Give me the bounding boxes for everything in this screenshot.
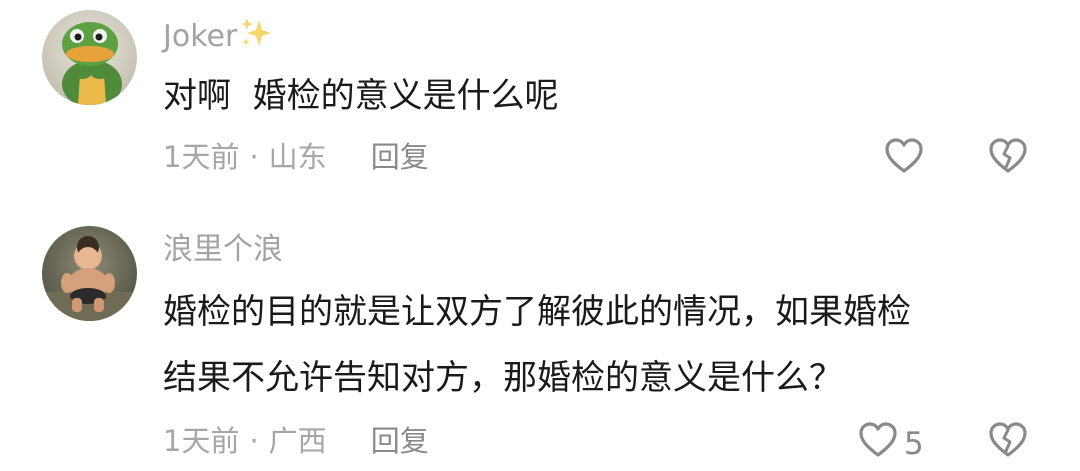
like-count: 5 bbox=[904, 426, 924, 462]
like-button[interactable] bbox=[884, 137, 930, 183]
comment-text: 对啊 婚检的意义是什么呢 bbox=[163, 74, 1043, 118]
meta-separator: · bbox=[249, 140, 259, 174]
broken-heart-icon bbox=[988, 138, 1028, 179]
dislike-button[interactable] bbox=[988, 421, 1028, 463]
reply-button[interactable]: 回复 bbox=[371, 140, 429, 174]
avatar-image bbox=[42, 226, 137, 321]
sparkles-icon bbox=[239, 16, 273, 59]
comment-time: 1天前 bbox=[163, 424, 240, 458]
comment-line: 对啊 婚检的意义是什么呢 bbox=[163, 76, 559, 116]
meta-separator: · bbox=[249, 424, 259, 458]
heart-outline-icon bbox=[884, 137, 924, 183]
comment-meta: 1天前 · 广西 回复 bbox=[163, 423, 429, 459]
comment-meta: 1天前 · 山东 回复 bbox=[163, 139, 429, 175]
avatar[interactable] bbox=[42, 10, 137, 105]
avatar-image bbox=[42, 10, 137, 105]
comment-line: 婚检的目的就是让双方了解彼此的情况，如果婚检 bbox=[163, 292, 911, 332]
reply-button[interactable]: 回复 bbox=[371, 424, 429, 458]
comment-line: 结果不允许告知对方，那婚检的意义是什么？ bbox=[163, 358, 843, 398]
avatar[interactable] bbox=[42, 226, 137, 321]
comment-location: 广西 bbox=[268, 424, 327, 458]
comment-location: 山东 bbox=[268, 140, 327, 174]
username-text: Joker bbox=[163, 19, 238, 54]
broken-heart-icon bbox=[988, 422, 1028, 463]
username-text: 浪里个浪 bbox=[163, 232, 283, 267]
heart-outline-icon bbox=[858, 421, 898, 467]
dislike-button[interactable] bbox=[988, 137, 1028, 179]
comment-text: 婚检的目的就是让双方了解彼此的情况，如果婚检 结果不允许告知对方，那婚检的意义是… bbox=[163, 290, 1043, 400]
comment-time: 1天前 bbox=[163, 140, 240, 174]
username[interactable]: Joker bbox=[163, 16, 273, 59]
like-button[interactable]: 5 bbox=[858, 421, 924, 467]
username[interactable]: 浪里个浪 bbox=[163, 232, 283, 268]
